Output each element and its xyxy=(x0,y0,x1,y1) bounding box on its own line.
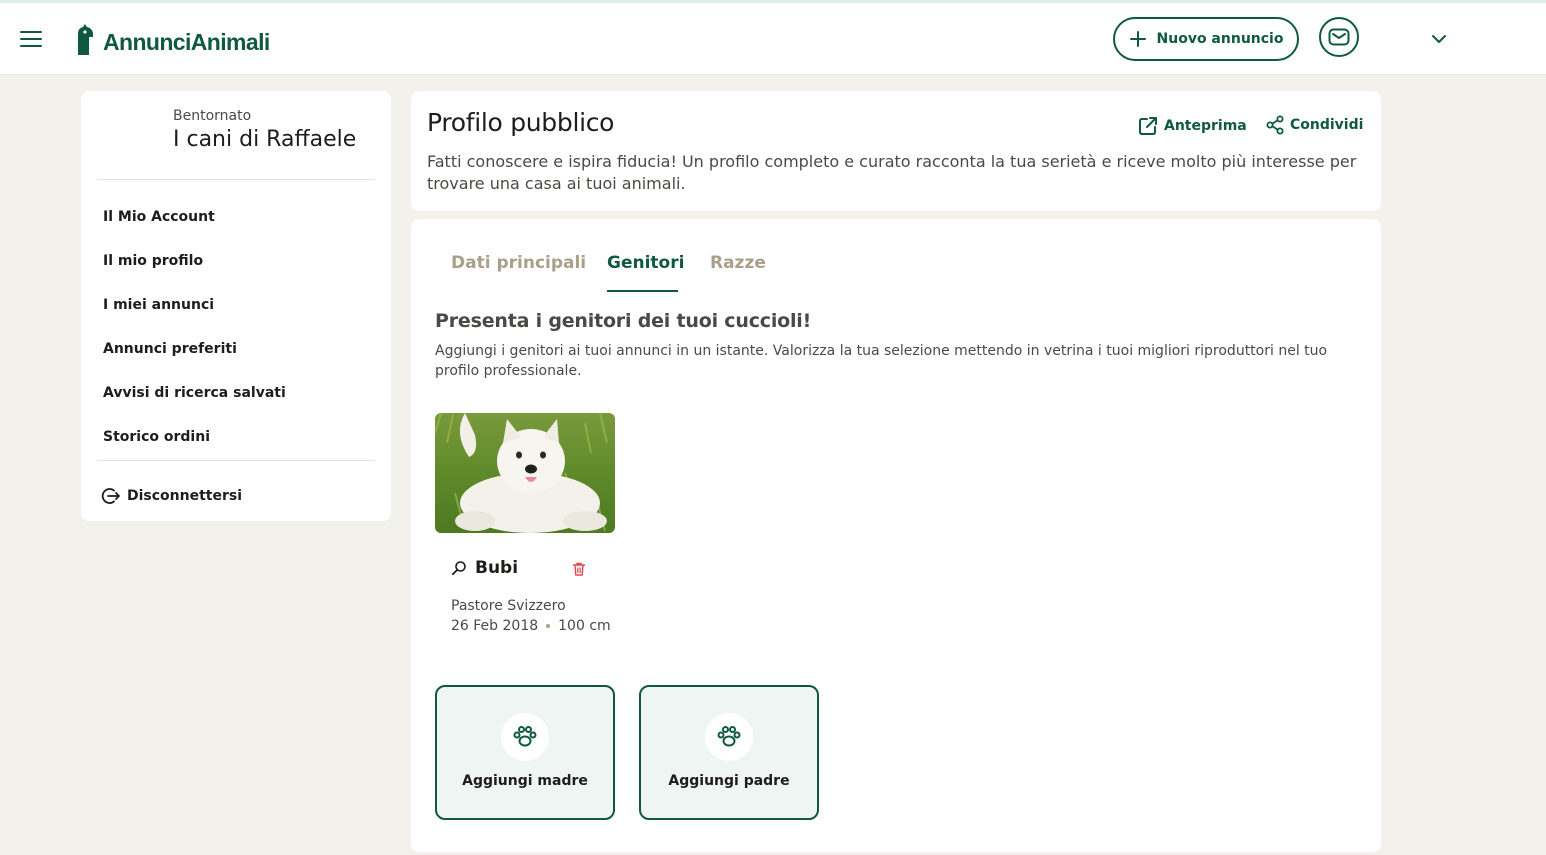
add-father-label: Aggiungi padre xyxy=(668,773,790,789)
dog-photo[interactable] xyxy=(435,413,615,533)
add-father-button[interactable]: Aggiungi padre xyxy=(639,685,819,820)
sidebar-item-profile[interactable]: Il mio profilo xyxy=(103,253,203,269)
search-icon[interactable] xyxy=(451,560,467,576)
account-sidebar: Bentornato I cani di Raffaele Il Mio Acc… xyxy=(81,91,391,521)
public-profile-card: Profilo pubblico Anteprima Condividi Fat… xyxy=(411,91,1381,211)
divider xyxy=(97,460,375,461)
top-header: AnnunciAnimali Nuovo annuncio xyxy=(0,3,1546,75)
new-ad-label: Nuovo annuncio xyxy=(1156,31,1284,47)
share-link[interactable]: Condividi xyxy=(1265,115,1363,135)
messages-button[interactable] xyxy=(1319,17,1359,57)
share-icon xyxy=(1266,115,1284,135)
logo-mark-icon xyxy=(78,23,93,55)
logout-button[interactable]: Disconnettersi xyxy=(101,486,242,506)
paw-icon xyxy=(717,726,741,747)
add-mother-label: Aggiungi madre xyxy=(462,773,588,789)
share-label: Condividi xyxy=(1290,117,1364,133)
page-title: Profilo pubblico xyxy=(427,108,615,137)
paw-icon xyxy=(513,726,537,747)
dog-breed: Pastore Svizzero xyxy=(451,598,566,614)
mail-icon xyxy=(1328,28,1350,46)
sidebar-item-favorites[interactable]: Annunci preferiti xyxy=(103,341,237,357)
section-title: Presenta i genitori dei tuoi cuccioli! xyxy=(435,310,812,332)
section-description: Aggiungi i genitori ai tuoi annunci in u… xyxy=(435,343,1328,379)
separator-dot xyxy=(546,624,551,628)
sidebar-item-account[interactable]: Il Mio Account xyxy=(103,209,215,225)
active-tab-indicator xyxy=(607,290,678,292)
logout-label: Disconnettersi xyxy=(127,488,243,504)
logo[interactable]: AnnunciAnimali xyxy=(74,23,270,56)
new-ad-button[interactable]: Nuovo annuncio xyxy=(1113,17,1299,61)
preview-label: Anteprima xyxy=(1164,118,1247,134)
dog-name: Bubi xyxy=(475,558,519,578)
welcome-text: Bentornato xyxy=(173,108,252,124)
logo-text: AnnunciAnimali xyxy=(103,29,270,55)
external-link-icon xyxy=(1139,117,1157,135)
dog-photo-image xyxy=(435,413,615,533)
account-name: I cani di Raffaele xyxy=(173,127,357,152)
paw-icon-circle xyxy=(705,713,753,761)
chevron-down-icon[interactable] xyxy=(1428,31,1450,47)
dog-name-row: Bubi xyxy=(451,558,518,578)
tab-main-data[interactable]: Dati principali xyxy=(451,253,586,273)
add-mother-button[interactable]: Aggiungi madre xyxy=(435,685,615,820)
logout-icon xyxy=(101,488,120,504)
dog-height: 100 cm xyxy=(558,618,611,634)
parents-section-card: Dati principali Genitori Razze Presenta … xyxy=(411,219,1381,852)
hamburger-icon[interactable] xyxy=(20,31,42,49)
sidebar-item-my-ads[interactable]: I miei annunci xyxy=(103,297,214,313)
plus-icon xyxy=(1129,31,1146,47)
trash-icon[interactable] xyxy=(571,561,587,577)
divider xyxy=(97,179,375,180)
profile-description: Fatti conoscere e ispira fiducia! Un pro… xyxy=(427,152,1357,193)
sidebar-item-saved-searches[interactable]: Avvisi di ricerca salvati xyxy=(103,385,286,401)
dog-meta: 26 Feb 2018 100 cm xyxy=(451,618,611,634)
tab-parents[interactable]: Genitori xyxy=(607,253,684,273)
preview-link[interactable]: Anteprima xyxy=(1137,115,1247,137)
dog-birth-date: 26 Feb 2018 xyxy=(451,618,539,634)
sidebar-item-orders[interactable]: Storico ordini xyxy=(103,429,210,445)
paw-icon-circle xyxy=(501,713,549,761)
tab-breeds[interactable]: Razze xyxy=(710,253,766,273)
